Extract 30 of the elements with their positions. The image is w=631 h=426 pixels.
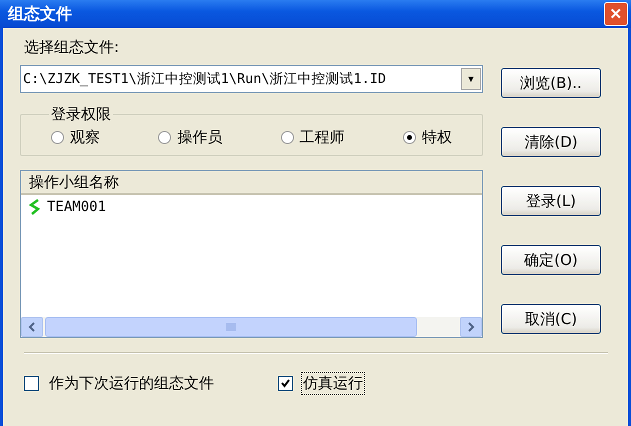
radio-button[interactable]	[402, 131, 416, 144]
dropdown-button[interactable]: ▼	[461, 68, 481, 90]
group-title: 登录权限	[50, 105, 112, 124]
dialog-button[interactable]: 确定(O)	[501, 245, 601, 275]
radio-button[interactable]	[280, 131, 294, 144]
checkbox[interactable]	[278, 376, 293, 391]
dialog-button[interactable]: 取消(C)	[501, 304, 601, 334]
field-label: 选择组态文件:	[24, 38, 120, 57]
scroll-right-icon	[467, 322, 475, 332]
close-button[interactable]: ✕	[604, 2, 628, 26]
list-item[interactable]: TEAM001	[47, 199, 106, 215]
dialog-button[interactable]: 登录(L)	[501, 186, 601, 216]
radio-label: 工程师	[300, 128, 345, 147]
file-dropdown[interactable]: C:\ZJZK_TEST1\浙江中控测试1\Run\浙江中控测试1.ID ▼	[20, 65, 483, 93]
scroll-left-icon	[28, 322, 36, 332]
radio-label: 观察	[70, 128, 100, 147]
column-header[interactable]: 操作小组名称	[21, 171, 482, 195]
team-icon	[29, 199, 41, 215]
checkbox-label: 仿真运行	[301, 372, 365, 395]
dialog-button[interactable]: 浏览(B)..	[501, 68, 601, 98]
radio-label: 操作员	[177, 128, 222, 147]
radio-label: 特权	[422, 128, 452, 147]
checkbox-label: 作为下次运行的组态文件	[48, 373, 215, 394]
grip-icon	[226, 323, 236, 331]
window-title: 组态文件	[8, 4, 72, 24]
horizontal-scrollbar[interactable]	[21, 317, 482, 337]
checkbox[interactable]	[24, 376, 39, 391]
radio-button[interactable]	[51, 131, 64, 144]
radio-button[interactable]	[158, 131, 172, 144]
dialog-button[interactable]: 清除(D)	[501, 127, 601, 157]
